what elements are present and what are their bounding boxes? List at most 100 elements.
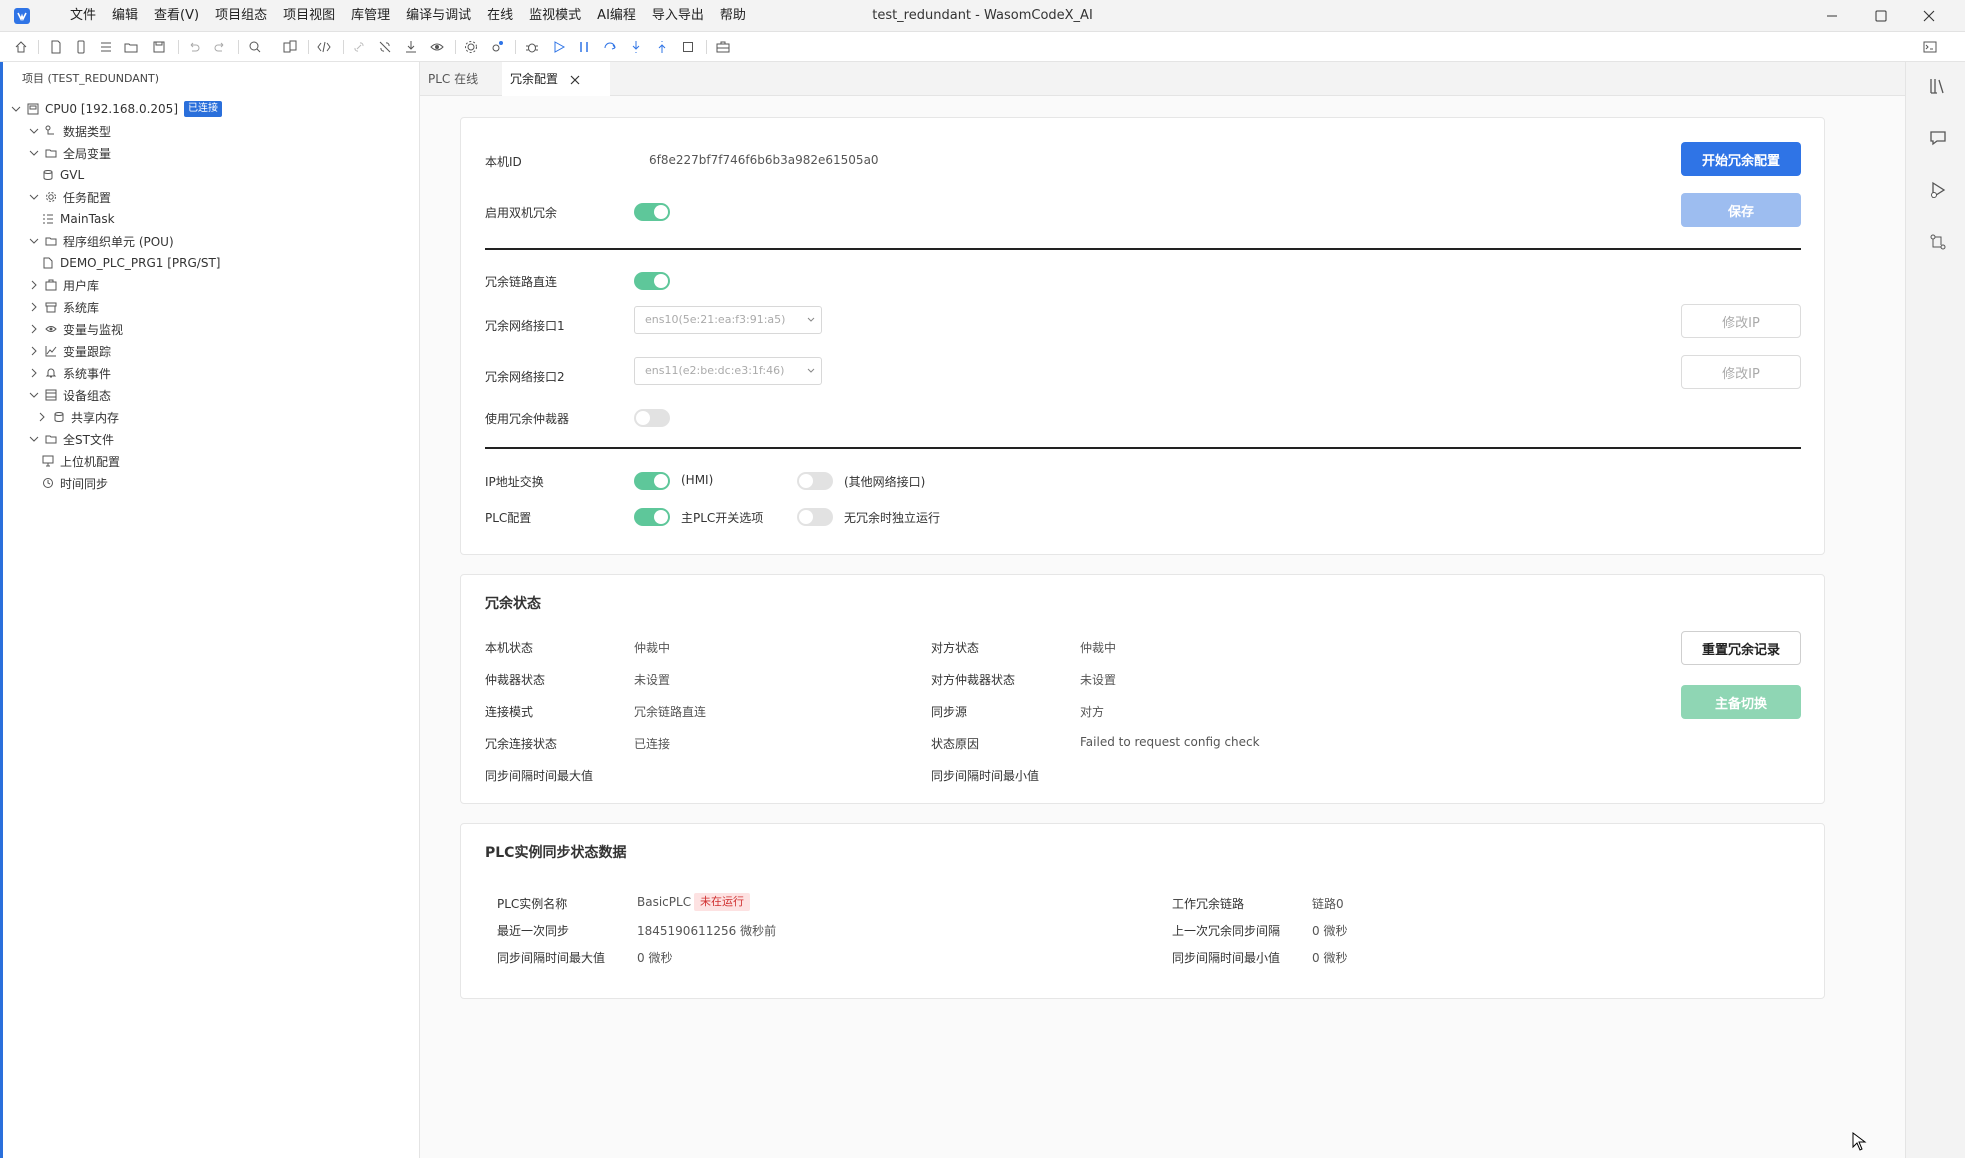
menu-view[interactable]: 查看(V) [146,0,207,32]
tree-item-var-trace[interactable]: 变量跟踪 [28,341,111,361]
tree-item-time-sync[interactable]: 时间同步 [41,473,108,493]
tree-item-var-monitor[interactable]: 变量与监视 [28,319,123,339]
chevron-down-icon[interactable] [28,433,40,445]
menu-project-view[interactable]: 项目视图 [275,0,343,32]
save-toolbar-button[interactable] [150,38,168,56]
tree-item-maintask[interactable]: MainTask [41,209,115,229]
tree-item-cpu0[interactable]: CPU0 [192.168.0.205] 已连接 [10,99,223,119]
chevron-down-icon[interactable] [28,125,40,137]
monitor-toolbar-button[interactable] [428,38,446,56]
save-button[interactable]: 保存 [1681,193,1801,227]
sync-min-label: 同步间隔时间最小值 [931,769,1040,783]
terminal-button[interactable] [1921,38,1939,56]
reset-redundancy-record-button[interactable]: 重置冗余记录 [1681,631,1801,665]
folder-icon [44,432,58,446]
compare-button[interactable] [281,38,299,56]
step-over-button[interactable] [601,38,619,56]
maximize-button[interactable] [1857,0,1905,32]
editor-tabs: PLC 在线 冗余配置 [420,62,1905,97]
modify-ip-2-button[interactable]: 修改IP [1681,355,1801,389]
arbiter-toggle[interactable] [634,409,670,427]
chevron-down-icon[interactable] [28,147,40,159]
home-button[interactable] [12,38,30,56]
chevron-down-icon[interactable] [28,235,40,247]
menu-build-debug[interactable]: 编译与调试 [398,0,479,32]
plc-standalone-toggle[interactable] [797,508,833,526]
search-button[interactable] [246,38,264,56]
tree-item-host-config[interactable]: 上位机配置 [41,451,120,471]
menu-file[interactable]: 文件 [62,0,104,32]
menu-edit[interactable]: 编辑 [104,0,146,32]
link-direct-toggle[interactable] [634,272,670,290]
code-button[interactable] [315,38,333,56]
toolbar-divider [455,40,456,54]
ip-swap-hmi-toggle[interactable] [634,472,670,490]
iface2-select[interactable]: ens11(e2:be:dc:e3:1f:46) [634,357,822,385]
tree-item-sys-events[interactable]: 系统事件 [28,363,111,383]
tab-plc-online[interactable]: PLC 在线 [420,62,502,96]
tree-item-task-config[interactable]: 任务配置 [28,187,111,207]
chevron-right-icon[interactable] [28,279,40,291]
chevron-right-icon[interactable] [28,367,40,379]
tree-item-demo-prg[interactable]: DEMO_PLC_PRG1 [PRG/ST] [41,253,220,273]
redo-button[interactable] [211,38,229,56]
link-button[interactable] [350,38,368,56]
menu-help[interactable]: 帮助 [712,0,754,32]
tree-item-gvl[interactable]: GVL [41,165,84,185]
tree-item-system-lib[interactable]: 系统库 [28,297,99,317]
pause-button[interactable] [575,38,593,56]
menu-online[interactable]: 在线 [479,0,521,32]
minimize-button[interactable] [1808,0,1856,32]
tree-item-all-st[interactable]: 全ST文件 [28,429,114,449]
chevron-right-icon[interactable] [28,301,40,313]
open-button[interactable] [122,38,140,56]
chevron-right-icon[interactable] [28,323,40,335]
menu-import-export[interactable]: 导入导出 [644,0,712,32]
tree-item-user-lib[interactable]: 用户库 [28,275,99,295]
tab-redundancy-config[interactable]: 冗余配置 [502,62,610,97]
debug-button[interactable] [523,38,541,56]
close-window-button[interactable] [1905,0,1953,32]
close-icon[interactable] [570,75,580,85]
menu-monitor[interactable]: 监视模式 [521,0,589,32]
menu-ai[interactable]: AI编程 [589,0,644,32]
device-button[interactable] [72,38,90,56]
settings-button[interactable] [462,38,480,56]
chat-panel-button[interactable] [1928,128,1948,148]
ai-panel-button[interactable] [1928,232,1948,252]
start-redundancy-config-button[interactable]: 开始冗余配置 [1681,142,1801,176]
tree-item-datatype[interactable]: 数据类型 [28,121,111,141]
tree-item-device-config[interactable]: 设备组态 [28,385,111,405]
menu-project-config[interactable]: 项目组态 [207,0,275,32]
chevron-down-icon[interactable] [28,389,40,401]
tree-item-shared-mem[interactable]: 共享内存 [36,407,119,427]
iface1-label: 冗余网络接口1 [485,319,565,333]
ip-swap-other-toggle[interactable] [797,472,833,490]
ai-settings-button[interactable] [488,38,506,56]
master-standby-switch-button[interactable]: 主备切换 [1681,685,1801,719]
chevron-down-icon[interactable] [28,191,40,203]
chevron-right-icon[interactable] [36,411,48,423]
run-button[interactable] [550,38,568,56]
step-into-button[interactable] [627,38,645,56]
plc-master-toggle[interactable] [634,508,670,526]
chevron-right-icon[interactable] [28,345,40,357]
stop-button[interactable] [679,38,697,56]
tree-item-pou[interactable]: 程序组织单元 (POU) [28,231,174,251]
menu-library[interactable]: 库管理 [343,0,398,32]
library-panel-button[interactable] [1928,76,1948,96]
iface1-select[interactable]: ens10(5e:21:ea:f3:91:a5) [634,306,822,334]
section-divider [485,447,1801,449]
download-button[interactable] [402,38,420,56]
new-project-button[interactable] [47,38,65,56]
tree-item-global-vars[interactable]: 全局变量 [28,143,111,163]
undo-button[interactable] [185,38,203,56]
run-debug-panel-button[interactable] [1928,180,1948,200]
unlink-button[interactable] [376,38,394,56]
list-button[interactable] [97,38,115,56]
toolbox-button[interactable] [714,38,732,56]
step-out-button[interactable] [653,38,671,56]
enable-dual-toggle[interactable] [634,203,670,221]
chevron-down-icon[interactable] [10,103,22,115]
modify-ip-1-button[interactable]: 修改IP [1681,304,1801,338]
